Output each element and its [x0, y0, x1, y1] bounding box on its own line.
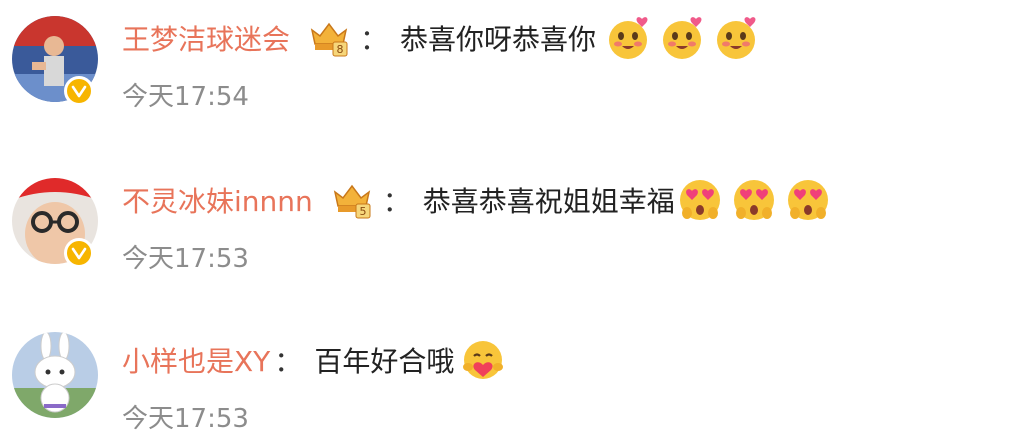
heart-eyes-emoji-icon — [731, 177, 777, 223]
username-link[interactable]: 不灵冰妹innnn — [122, 180, 313, 220]
blush-heart-emoji-icon — [714, 15, 760, 61]
heart-eyes-emoji-icon — [677, 177, 723, 223]
comment-text: 恭喜恭喜祝姐姐幸福 — [422, 185, 675, 218]
comment-timestamp: 今天17:53 — [122, 404, 249, 434]
blush-heart-emoji-icon — [660, 15, 706, 61]
svg-text:8: 8 — [337, 43, 344, 56]
crown-rank-badge-icon: 8 — [306, 18, 352, 58]
hug-heart-emoji-icon — [460, 337, 506, 383]
comment-text: 恭喜你呀恭喜你 — [400, 23, 597, 56]
comment-text: 百年好合哦 — [314, 345, 455, 378]
svg-text:5: 5 — [359, 205, 366, 218]
verified-badge-icon — [64, 76, 94, 106]
colon-separator: ： — [360, 23, 389, 56]
colon-separator: ： — [274, 345, 303, 378]
verified-badge-icon — [64, 238, 94, 268]
comment-item: 王梦洁球迷会 8 ： 恭喜你呀恭喜你 今天17:54 — [0, 0, 1028, 130]
crown-rank-badge-icon: 5 — [329, 180, 375, 220]
comment-timestamp: 今天17:54 — [122, 82, 249, 112]
comment-item: 小样也是XY ： 百年好合哦 今天17:53 — [0, 314, 1028, 444]
comment-timestamp: 今天17:53 — [122, 244, 249, 274]
heart-eyes-emoji-icon — [785, 177, 831, 223]
username-link[interactable]: 小样也是XY — [122, 340, 270, 380]
username-link[interactable]: 王梦洁球迷会 — [122, 18, 290, 58]
blush-heart-emoji-icon — [606, 15, 652, 61]
colon-separator: ： — [382, 185, 411, 218]
avatar[interactable] — [12, 332, 98, 418]
comment-item: 不灵冰妹innnn 5 ： 恭喜恭喜祝姐姐幸福 今天17:53 — [0, 162, 1028, 292]
